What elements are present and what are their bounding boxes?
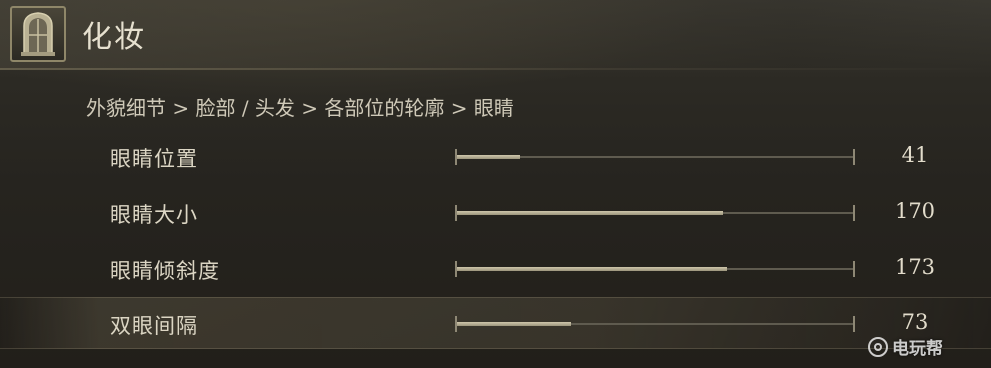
slider-max-cap [853, 149, 855, 165]
slider-min-cap [455, 205, 457, 221]
watermark-text: 电玩帮 [892, 339, 943, 359]
slider-value: 41 [901, 143, 929, 167]
slider-track[interactable] [455, 149, 855, 165]
slider-label: 双眼间隔 [110, 314, 198, 338]
slider-row[interactable]: 眼睛倾斜度 173 [0, 243, 991, 293]
breadcrumb: 外貌细节 > 脸部 / 头发 > 各部位的轮廓 > 眼睛 [86, 96, 514, 120]
slider-max-cap [853, 261, 855, 277]
slider-track[interactable] [455, 316, 855, 332]
slider-row[interactable]: 双眼间隔 73 [0, 297, 991, 349]
slider-fill [456, 267, 727, 271]
slider-label: 眼睛倾斜度 [110, 259, 220, 283]
slider-fill [456, 322, 572, 326]
slider-min-cap [455, 316, 457, 332]
cathedral-window-icon [10, 6, 66, 62]
slider-max-cap [853, 205, 855, 221]
slider-label: 眼睛位置 [110, 147, 198, 171]
slider-row[interactable]: 眼睛大小 170 [0, 187, 991, 237]
gamepad-logo-icon [868, 336, 888, 357]
slider-row[interactable]: 眼睛位置 41 [0, 131, 991, 181]
slider-fill [456, 211, 723, 215]
slider-fill [456, 155, 520, 159]
slider-value: 73 [901, 310, 929, 334]
slider-value: 170 [894, 199, 936, 223]
header-divider [0, 68, 991, 70]
slider-track[interactable] [455, 205, 855, 221]
slider-min-cap [455, 261, 457, 277]
slider-track[interactable] [455, 261, 855, 277]
slider-value: 173 [894, 255, 936, 279]
slider-max-cap [853, 316, 855, 332]
menu-header [0, 0, 991, 68]
page-title: 化妆 [82, 20, 146, 55]
slider-label: 眼睛大小 [110, 203, 198, 227]
slider-min-cap [455, 149, 457, 165]
watermark: 电玩帮 [868, 334, 943, 359]
